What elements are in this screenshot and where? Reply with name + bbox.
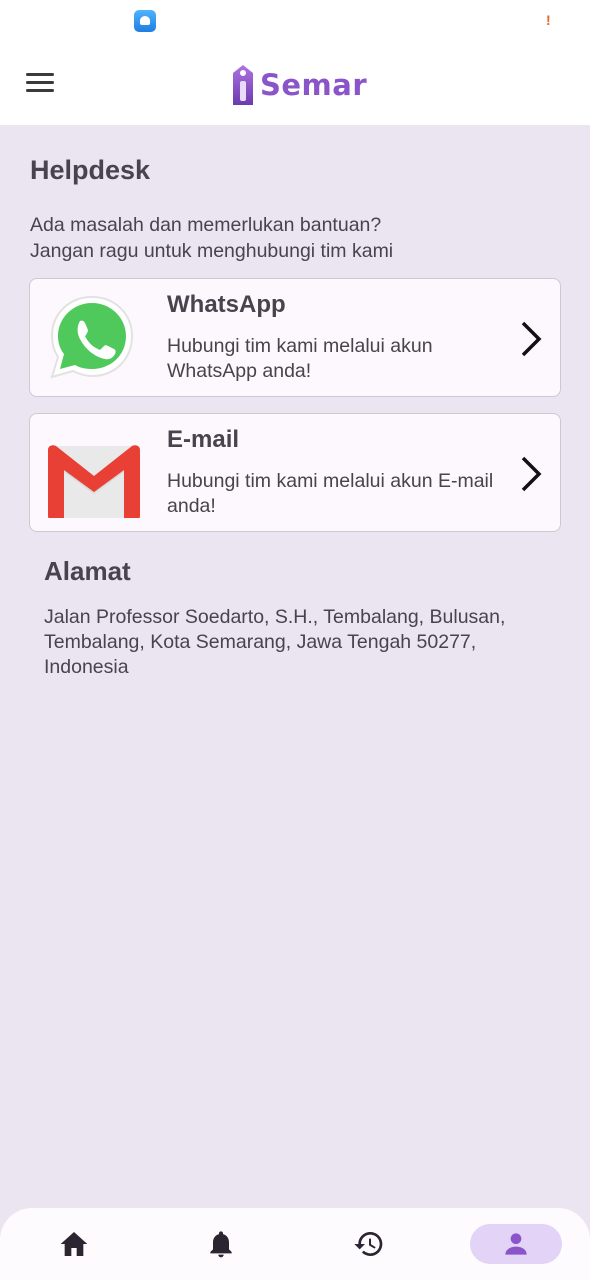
app-logo: Semar <box>230 60 367 110</box>
nav-profile[interactable] <box>470 1224 562 1264</box>
chevron-right-icon <box>521 456 542 492</box>
home-icon <box>60 1232 88 1256</box>
card-title: WhatsApp <box>167 291 286 318</box>
bottom-navigation <box>0 1208 590 1280</box>
intro-line-2: Jangan ragu untuk menghubungi tim kami <box>30 240 394 262</box>
cloud-app-icon <box>134 10 156 32</box>
intro-text: Ada masalah dan memerlukan bantuan? Jang… <box>30 212 393 264</box>
card-title: E-mail <box>167 426 240 453</box>
history-icon <box>354 1232 383 1256</box>
alert-icon: ! <box>546 12 551 28</box>
card-description: Hubungi tim kami melalui akun E-mail and… <box>167 470 494 517</box>
gmail-icon <box>48 445 140 518</box>
nav-notifications[interactable] <box>175 1224 267 1264</box>
email-contact-card[interactable]: E-mail Hubungi tim kami melalui akun E-m… <box>29 413 561 532</box>
status-bar: ! <box>0 0 590 44</box>
nav-home[interactable] <box>28 1224 120 1264</box>
hamburger-menu-icon[interactable] <box>26 72 54 94</box>
intro-line-1: Ada masalah dan memerlukan bantuan? <box>30 214 382 236</box>
profile-icon <box>505 1233 527 1255</box>
app-bar: Semar <box>0 44 590 125</box>
address-text: Jalan Professor Soedarto, S.H., Tembalan… <box>44 606 506 678</box>
address-title: Alamat <box>44 556 131 586</box>
whatsapp-contact-card[interactable]: WhatsApp Hubungi tim kami melalui akun W… <box>29 278 561 397</box>
whatsapp-icon <box>50 295 134 379</box>
bell-icon <box>210 1231 232 1258</box>
semar-logo-icon <box>233 65 253 105</box>
chevron-right-icon <box>521 321 542 357</box>
nav-history[interactable] <box>323 1224 415 1264</box>
card-description: Hubungi tim kami melalui akun WhatsApp a… <box>167 335 433 382</box>
page-title: Helpdesk <box>30 155 151 185</box>
app-name: Semar <box>260 68 368 102</box>
